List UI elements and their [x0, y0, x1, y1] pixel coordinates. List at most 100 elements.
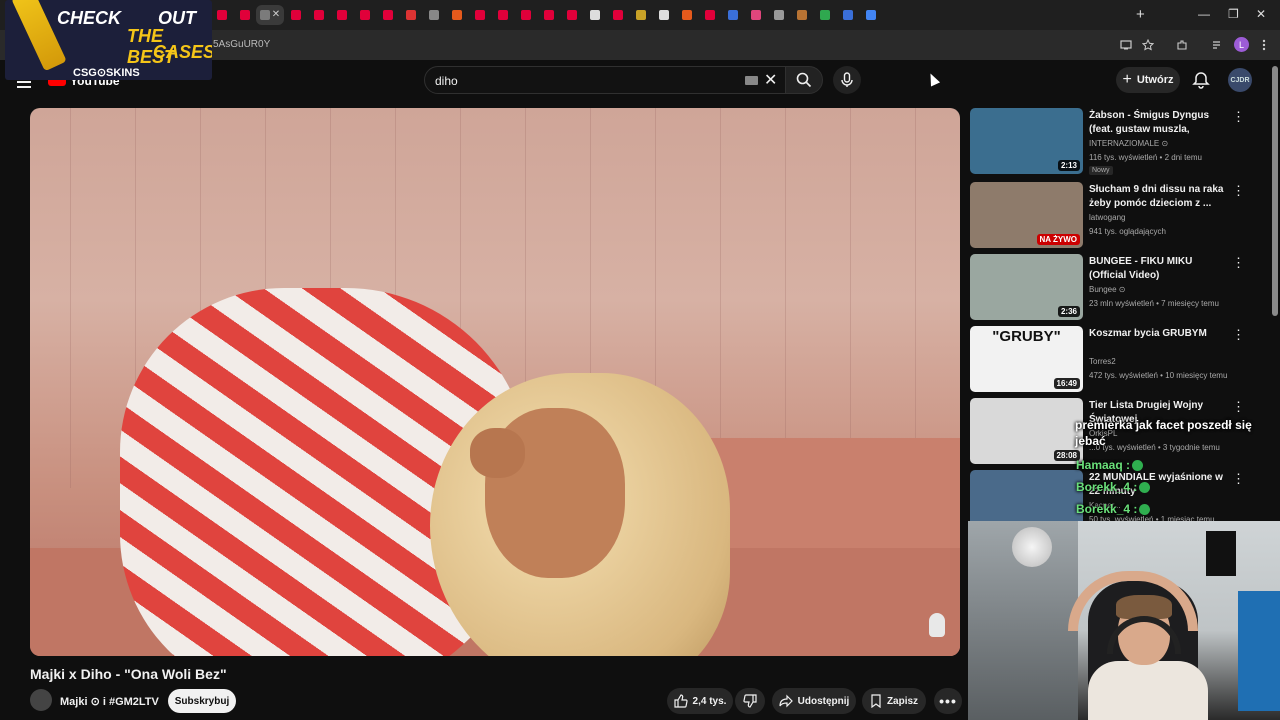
video-player[interactable] [30, 108, 960, 656]
browser-tab[interactable] [514, 5, 537, 25]
browser-tab[interactable] [721, 5, 744, 25]
more-options-icon[interactable]: ⋮ [1232, 328, 1245, 341]
recommendation-title[interactable]: Żabson - Śmigus Dyngus (feat. gustaw mus… [1089, 109, 1229, 137]
browser-tab[interactable] [790, 5, 813, 25]
search-input[interactable] [435, 73, 725, 89]
browser-tab[interactable] [233, 5, 256, 25]
recommendation-channel[interactable]: Bungee ⊙ [1089, 285, 1126, 294]
browser-tab[interactable] [284, 5, 307, 25]
browser-tab[interactable] [767, 5, 790, 25]
browser-tab[interactable] [353, 5, 376, 25]
browser-tab[interactable] [468, 5, 491, 25]
close-tab-icon[interactable]: ✕ [272, 10, 280, 20]
bookmark-star-icon[interactable] [1140, 37, 1156, 53]
video-thumbnail[interactable]: 2:13 [970, 108, 1083, 174]
recommendation-title[interactable]: Koszmar bycia GRUBYM [1089, 327, 1229, 341]
recommendation-meta: 23 mln wyświetleń • 7 miesięcy temu [1089, 299, 1219, 308]
channel-avatar[interactable] [30, 689, 52, 711]
browser-tab[interactable]: ✕ [256, 5, 284, 25]
more-options-icon[interactable]: ⋮ [1232, 110, 1245, 123]
browser-profile-avatar[interactable]: L [1234, 37, 1249, 52]
tab-favicon-icon [474, 10, 485, 20]
voice-search-button[interactable] [833, 66, 861, 94]
channel-watermark-icon[interactable] [929, 613, 945, 637]
browser-tab[interactable] [491, 5, 514, 25]
browser-tab[interactable] [859, 5, 882, 25]
clear-search-icon[interactable]: ✕ [764, 70, 777, 90]
more-horizontal-icon: ••• [939, 693, 957, 709]
video-thumbnail[interactable]: NA ŻYWO [970, 182, 1083, 248]
recommendation-meta: 941 tys. oglądających [1089, 227, 1166, 236]
close-window-icon[interactable]: ✕ [1256, 5, 1266, 23]
recommendation-title[interactable]: BUNGEE - FIKU MIKU (Official Video) [1089, 255, 1229, 283]
video-thumbnail[interactable]: 28:08 [970, 398, 1083, 464]
tab-favicon-icon [428, 10, 439, 20]
ad-text-cases: CASES [153, 42, 212, 62]
minimize-icon[interactable]: — [1198, 5, 1210, 23]
like-button[interactable]: 2,4 tys. [667, 688, 733, 714]
tab-favicon-icon [842, 10, 853, 20]
browser-tab[interactable] [422, 5, 445, 25]
browser-tab[interactable] [560, 5, 583, 25]
scrollbar[interactable] [1272, 66, 1278, 316]
install-app-icon[interactable] [1118, 37, 1134, 53]
account-avatar[interactable]: CJDR [1228, 68, 1252, 92]
browser-tab[interactable] [813, 5, 836, 25]
create-button[interactable]: + Utwórz [1116, 67, 1180, 93]
more-options-icon[interactable]: ⋮ [1232, 472, 1245, 485]
browser-tab[interactable] [445, 5, 468, 25]
browser-tab[interactable] [836, 5, 859, 25]
video-thumbnail[interactable]: "GRUBY" 16:49 [970, 326, 1083, 392]
browser-tab[interactable] [537, 5, 560, 25]
browser-tab[interactable] [376, 5, 399, 25]
recommendation-item[interactable]: "GRUBY" 16:49 Koszmar bycia GRUBYM Torres2 4… [970, 326, 1270, 394]
tab-favicon-icon [216, 10, 227, 20]
browser-tab[interactable] [652, 5, 675, 25]
new-tab-button[interactable]: + [1136, 6, 1145, 24]
browser-tab[interactable] [629, 5, 652, 25]
browser-tab[interactable] [675, 5, 698, 25]
extensions-icon[interactable] [1174, 37, 1190, 53]
streamer-webcam [968, 521, 1280, 720]
recommendation-channel[interactable]: Torres2 [1089, 357, 1116, 366]
browser-tab[interactable] [606, 5, 629, 25]
browser-tab[interactable] [330, 5, 353, 25]
recommendation-channel[interactable]: latwogang [1089, 213, 1125, 222]
more-options-icon[interactable]: ⋮ [1232, 256, 1245, 269]
recommendation-item[interactable]: 2:13 Żabson - Śmigus Dyngus (feat. gustaw… [970, 108, 1270, 176]
video-thumbnail[interactable]: 2:36 [970, 254, 1083, 320]
tab-favicon-icon [750, 10, 761, 20]
browser-tab[interactable] [744, 5, 767, 25]
save-button[interactable]: Zapisz [862, 688, 926, 714]
microphone-icon [841, 72, 853, 87]
browser-tab[interactable] [698, 5, 721, 25]
tab-favicon-icon [497, 10, 508, 20]
subscribe-button[interactable]: Subskrybuj [168, 689, 236, 713]
dislike-button[interactable] [735, 688, 765, 714]
recommendation-item[interactable]: NA ŻYWO Słucham 9 dni dissu na raka żeby … [970, 182, 1270, 250]
browser-tab[interactable] [210, 5, 233, 25]
browser-menu-icon[interactable] [1256, 37, 1272, 53]
frog-emote-icon [1139, 482, 1151, 494]
url-text[interactable]: 5AsGuUR0Y [213, 39, 270, 50]
more-options-icon[interactable]: ⋮ [1232, 400, 1245, 413]
channel-name[interactable]: Majki ⊙ i #GM2LTV [60, 695, 159, 708]
chat-line: Borekk_4 : [1076, 480, 1151, 494]
more-options-icon[interactable]: ⋮ [1232, 184, 1245, 197]
more-actions-button[interactable]: ••• [934, 688, 962, 714]
browser-tab[interactable] [307, 5, 330, 25]
browser-tab[interactable] [583, 5, 606, 25]
tab-favicon-icon [796, 10, 807, 20]
recommendation-title[interactable]: Słucham 9 dni dissu na raka żeby pomóc d… [1089, 183, 1229, 211]
browser-tab[interactable] [399, 5, 422, 25]
notifications-bell-icon[interactable] [1192, 71, 1210, 89]
share-button[interactable]: Udostępnij [772, 688, 856, 714]
thumbs-down-icon [743, 694, 757, 708]
search-button[interactable] [785, 66, 823, 94]
recommendation-channel[interactable]: INTERNAZIOMALE ⊙ [1089, 139, 1168, 148]
maximize-icon[interactable]: ❐ [1228, 5, 1239, 23]
keyboard-icon[interactable] [745, 76, 758, 85]
recommendation-item[interactable]: 2:36 BUNGEE - FIKU MIKU (Official Video) B… [970, 254, 1270, 322]
media-controls-icon[interactable] [1210, 37, 1226, 53]
search-box[interactable]: ✕ [424, 66, 786, 94]
